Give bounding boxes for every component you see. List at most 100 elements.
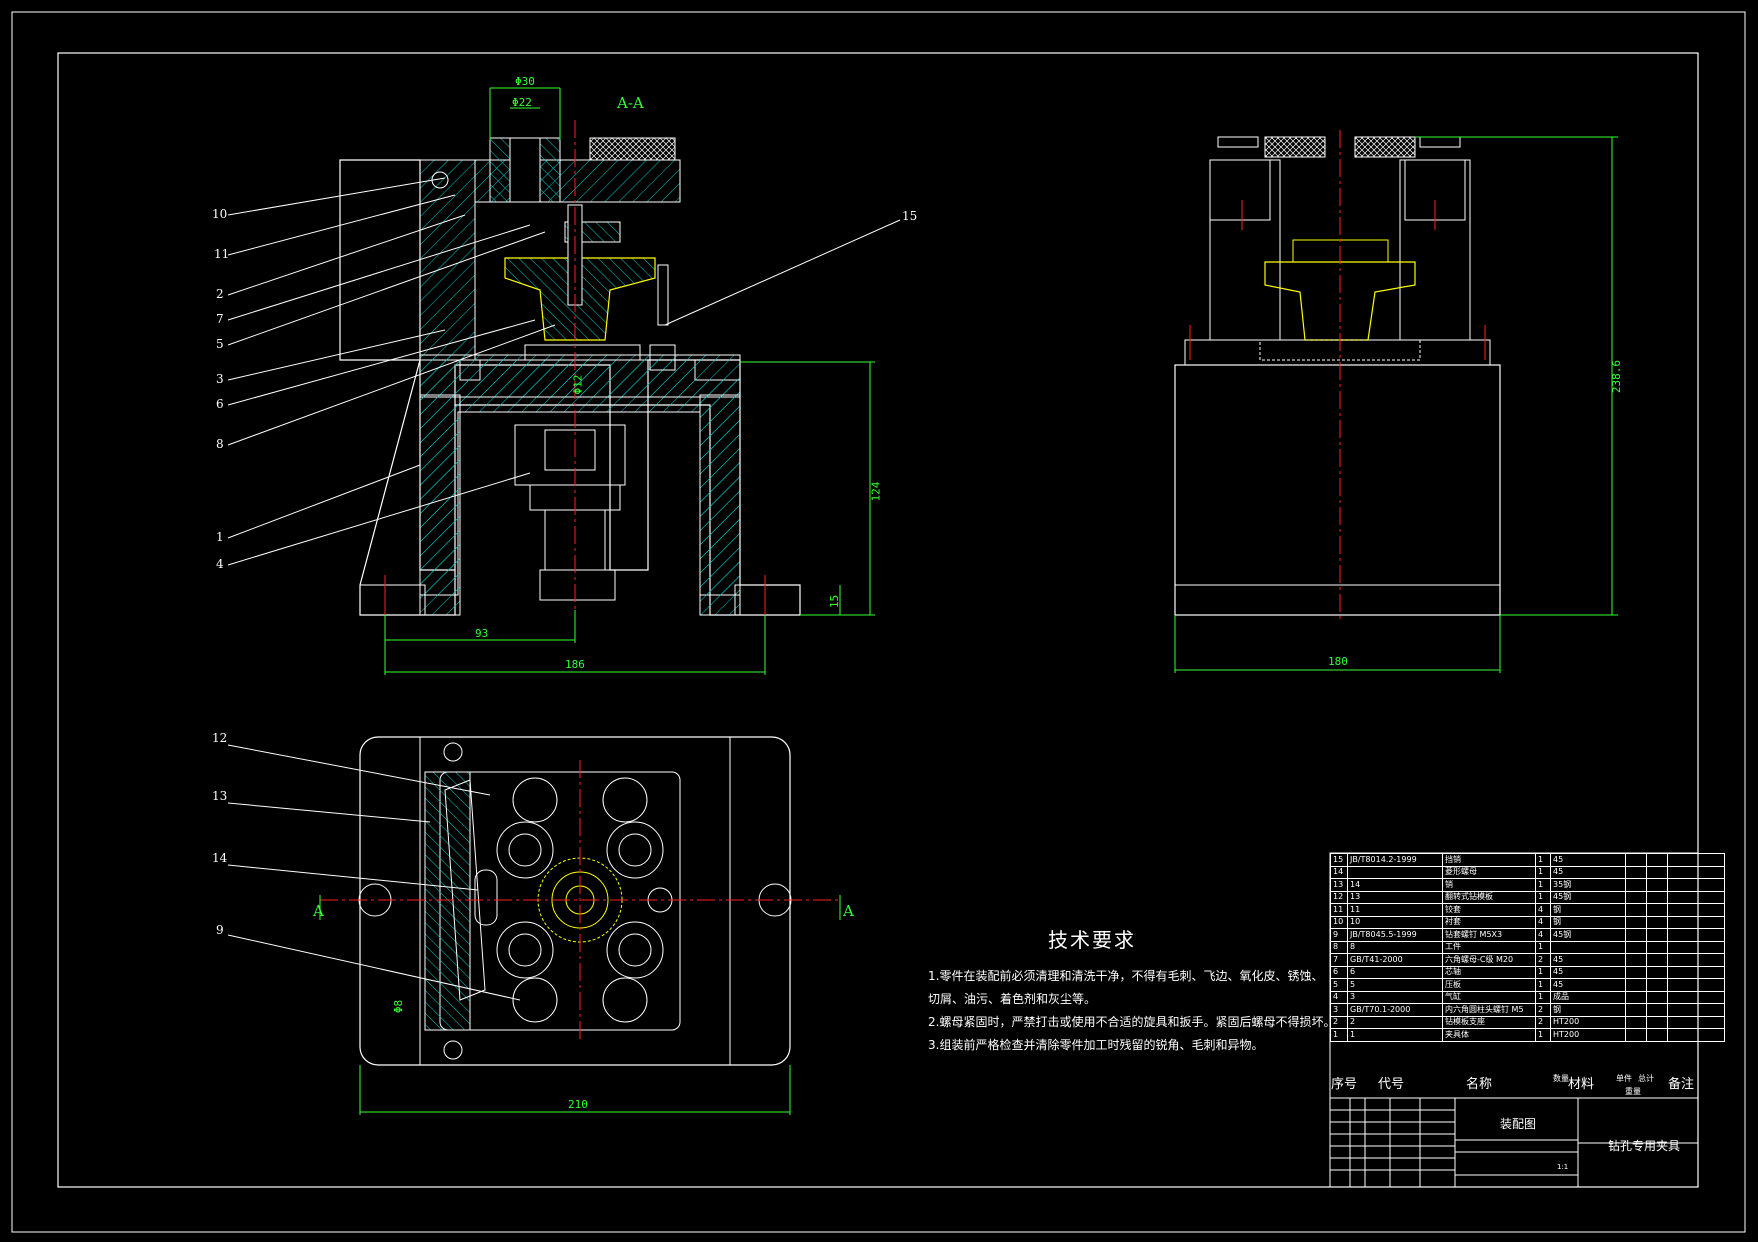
bom-cell-name: 六角螺母-C级 M20 [1442,953,1536,967]
bom-cell-rm [1667,853,1725,867]
dim-front-width: 186 [565,658,585,671]
drawing-name: 装配图 [1500,1117,1537,1131]
bom-cell-no: 8 [1330,940,1348,954]
dim-top-d1: Φ30 [515,75,535,88]
bom-cell-name: 钻模板支座 [1442,1015,1536,1029]
bom-cell-code: 2 [1347,1015,1443,1029]
bom-cell-tw [1646,953,1668,967]
bom-cell-code: 8 [1347,940,1443,954]
bom-cell-material: 45钢 [1550,890,1626,904]
bom-cell-no: 6 [1330,965,1348,979]
bom-row: 6 6 芯轴 1 45 [1330,965,1725,979]
tech-item: 2.螺母紧固时，严禁打击或使用不合适的旋具和扳手。紧固后螺母不得损坏。 [928,1015,1336,1029]
bom-cell-sw [1625,940,1647,954]
bom-cell-material: 成品 [1550,990,1626,1004]
bom-cell-no: 10 [1330,915,1348,929]
bom-cell-no: 1 [1330,1028,1348,1042]
bom-cell-no: 15 [1330,853,1348,867]
bom-cell-qty: 4 [1535,928,1551,942]
callout-12: 12 [212,731,228,745]
bom-row: 12 13 翻转式钻模板 1 45钢 [1330,890,1725,904]
bom-cell-sw [1625,915,1647,929]
bom-cell-qty: 4 [1535,915,1551,929]
bom-cell-material [1550,940,1626,954]
bom-row: 7 GB/T41-2000 六角螺母-C级 M20 2 45 [1330,953,1725,967]
bom-header-remark: 备注 [1668,1077,1695,1092]
bom-cell-name: 气缸 [1442,990,1536,1004]
bom-cell-qty: 2 [1535,1015,1551,1029]
bom-row: 1 1 夹具体 1 HT200 [1330,1028,1725,1042]
bom-cell-code: 11 [1347,903,1443,917]
bom-cell-rm [1667,928,1725,942]
bom-cell-tw [1646,990,1668,1004]
bom-cell-no: 9 [1330,928,1348,942]
dim-side-height: 238.6 [1610,359,1624,394]
bom-cell-sw [1625,965,1647,979]
callout-15: 15 [902,209,918,223]
bom-cell-tw [1646,940,1668,954]
bom-cell-material: 45 [1550,865,1626,879]
bom-cell-tw [1646,1015,1668,1029]
bom-table: 15 JB/T8014.2-1999 挡销 1 45 14 菱形螺母 1 45 13 14 销 1 35钢… [1330,853,1725,1042]
bom-cell-rm [1667,1028,1725,1042]
bom-row: 3 GB/T70.1-2000 内六角圆柱头螺钉 M5 2 钢 [1330,1003,1725,1017]
bom-row: 2 2 钻模板支座 2 HT200 [1330,1015,1725,1029]
bom-cell-material: HT200 [1550,1015,1626,1029]
dim-inner-d: Φ12 [571,374,585,395]
bom-cell-no: 2 [1330,1015,1348,1029]
callout-10: 10 [212,207,228,221]
side-view [1174,130,1618,673]
bom-cell-name: 压板 [1442,978,1536,992]
bom-row: 13 14 销 1 35钢 [1330,878,1725,892]
bom-header-qty: 数量 [1553,1074,1569,1083]
front-section-view [227,87,901,675]
dim-front-height: 124 [869,481,883,502]
bom-cell-code: JB/T8014.2-1999 [1347,853,1443,867]
bom-cell-rm [1667,878,1725,892]
dim-top-d2: Φ22 [512,96,532,109]
bom-cell-sw [1625,953,1647,967]
callout-8: 8 [216,437,224,451]
bom-cell-no: 14 [1330,865,1348,879]
tech-item: 切屑、油污、着色剂和灰尘等。 [928,992,1097,1006]
bom-cell-material: 钢 [1550,1003,1626,1017]
bom-header-material: 材料 [1568,1077,1595,1092]
bom-cell-code: 6 [1347,965,1443,979]
bom-cell-sw [1625,865,1647,879]
bom-cell-qty: 4 [1535,903,1551,917]
bom-cell-sw [1625,978,1647,992]
bom-cell-code: GB/T41-2000 [1347,953,1443,967]
section-mark-left: A [313,902,324,920]
bom-cell-tw [1646,853,1668,867]
bom-cell-tw [1646,903,1668,917]
plan-view [227,736,841,1115]
bom-row: 4 3 气缸 1 成品 [1330,990,1725,1004]
bom-cell-sw [1625,928,1647,942]
bom-cell-rm [1667,953,1725,967]
callout-2: 2 [216,287,224,301]
bom-cell-tw [1646,878,1668,892]
callout-1: 1 [216,530,224,544]
scale: 1:1 [1557,1163,1569,1171]
dim-plan-d: Φ8 [392,999,406,1014]
bom-cell-qty: 1 [1535,853,1551,867]
bom-cell-name: 芯轴 [1442,965,1536,979]
bom-cell-sw [1625,1015,1647,1029]
callout-11: 11 [214,247,230,261]
bom-cell-sw [1625,890,1647,904]
bom-cell-sw [1625,878,1647,892]
bom-cell-code: GB/T70.1-2000 [1347,1003,1443,1017]
bom-cell-qty: 1 [1535,1028,1551,1042]
bom-cell-rm [1667,965,1725,979]
bom-row: 8 8 工件 1 [1330,940,1725,954]
bom-cell-sw [1625,1003,1647,1017]
bom-row: 15 JB/T8014.2-1999 挡销 1 45 [1330,853,1725,867]
bom-cell-rm [1667,978,1725,992]
bom-cell-qty: 2 [1535,953,1551,967]
product-name: 钻孔专用夹具 [1608,1139,1681,1153]
dim-side-width: 180 [1328,655,1348,668]
bom-cell-material: 45 [1550,978,1626,992]
bom-cell-rm [1667,990,1725,1004]
bom-cell-qty: 1 [1535,990,1551,1004]
dim-plan-width: 210 [568,1098,588,1111]
